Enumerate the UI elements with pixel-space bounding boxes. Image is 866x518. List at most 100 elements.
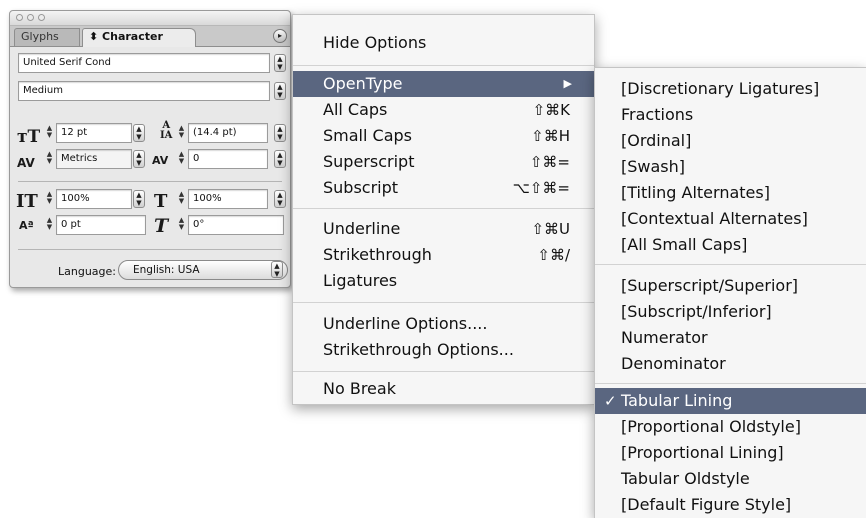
menu-item-no-break[interactable]: No Break <box>293 376 594 402</box>
font-size-input[interactable]: 12 pt <box>56 123 132 143</box>
vertical-scale-stepper[interactable]: ▲ ▼ <box>44 191 55 207</box>
submenu-item-label: [Ordinal] <box>621 131 692 150</box>
menu-item-label: Small Caps <box>323 126 412 145</box>
submenu-item-titling-alternates[interactable]: [Titling Alternates] <box>595 180 866 206</box>
font-size-stepper[interactable]: ▲ ▼ <box>44 125 55 141</box>
menu-item-label: Superscript <box>323 152 415 171</box>
tab-glyphs[interactable]: Glyphs <box>14 28 80 46</box>
language-dropdown-arrows[interactable]: ▲ ▼ <box>271 261 283 278</box>
submenu-item-label: [Discretionary Ligatures] <box>621 79 820 98</box>
tab-character[interactable]: ⬍ Character <box>82 28 196 47</box>
submenu-arrow-icon: ▶ <box>563 77 572 90</box>
language-value: English: USA <box>133 264 200 276</box>
leading-dropdown-arrows[interactable]: ▲ ▼ <box>274 124 286 142</box>
menu-item-underline[interactable]: Underline ⇧⌘U <box>293 216 594 242</box>
submenu-item-all-small-caps[interactable]: [All Small Caps] <box>595 232 866 258</box>
panel-titlebar[interactable] <box>10 11 290 26</box>
menu-item-hide-options[interactable]: Hide Options <box>293 30 594 56</box>
horizontal-scale-input[interactable]: 100% <box>188 189 268 209</box>
menu-separator <box>293 208 594 209</box>
submenu-item-label: Tabular Lining <box>621 391 733 410</box>
kerning-dropdown-arrows[interactable]: ▲ ▼ <box>133 150 145 168</box>
menu-separator <box>595 264 866 265</box>
submenu-item-label: [Titling Alternates] <box>621 183 770 202</box>
menu-item-strikethrough-options[interactable]: Strikethrough Options... <box>293 337 594 363</box>
font-style-field[interactable]: Medium <box>18 81 270 101</box>
tracking-stepper[interactable]: ▲ ▼ <box>176 151 187 167</box>
vertical-scale-input[interactable]: 100% <box>56 189 132 209</box>
submenu-item-tabular-oldstyle[interactable]: Tabular Oldstyle <box>595 466 866 492</box>
submenu-item-label: [Superscript/Superior] <box>621 276 799 295</box>
submenu-item-subscript-inferior[interactable]: [Subscript/Inferior] <box>595 299 866 325</box>
font-size-dropdown-arrows[interactable]: ▲ ▼ <box>133 124 145 142</box>
submenu-item-label: [Default Figure Style] <box>621 495 792 514</box>
menu-item-label: No Break <box>323 379 396 398</box>
kerning-input[interactable]: Metrics <box>56 149 132 169</box>
menu-item-label: Hide Options <box>323 33 427 52</box>
minimize-window-button[interactable] <box>27 14 34 21</box>
character-panel: Glyphs ⬍ Character ▸ United Serif Cond ▲… <box>9 10 291 288</box>
submenu-item-tabular-lining[interactable]: ✓ Tabular Lining <box>595 388 866 414</box>
horizontal-scale-dropdown-arrows[interactable]: ▲ ▼ <box>274 190 286 208</box>
submenu-item-label: [All Small Caps] <box>621 235 748 254</box>
language-select[interactable]: English: USA ▲ ▼ <box>118 260 288 280</box>
panel-divider <box>18 249 282 250</box>
shortcut-label: ⇧⌘K <box>532 101 570 119</box>
submenu-item-numerator[interactable]: Numerator <box>595 325 866 351</box>
baseline-shift-input[interactable]: 0 pt <box>56 215 146 235</box>
vertical-scale-dropdown-arrows[interactable]: ▲ ▼ <box>133 190 145 208</box>
submenu-item-denominator[interactable]: Denominator <box>595 351 866 377</box>
shortcut-label: ⇧⌘/ <box>537 246 570 264</box>
menu-item-strikethrough[interactable]: Strikethrough ⇧⌘/ <box>293 242 594 268</box>
panel-divider <box>18 181 282 182</box>
menu-item-superscript[interactable]: Superscript ⇧⌘= <box>293 149 594 175</box>
submenu-item-label: [Proportional Oldstyle] <box>621 417 801 436</box>
panel-menu-button[interactable]: ▸ <box>273 29 287 43</box>
shortcut-label: ⇧⌘H <box>531 127 570 145</box>
skew-input[interactable]: 0° <box>188 215 284 235</box>
menu-item-ligatures[interactable]: Ligatures <box>293 268 594 294</box>
menu-item-small-caps[interactable]: Small Caps ⇧⌘H <box>293 123 594 149</box>
baseline-shift-stepper[interactable]: ▲ ▼ <box>44 217 55 233</box>
submenu-item-ordinal[interactable]: [Ordinal] <box>595 128 866 154</box>
submenu-item-proportional-lining[interactable]: [Proportional Lining] <box>595 440 866 466</box>
menu-item-underline-options[interactable]: Underline Options.... <box>293 311 594 337</box>
menu-item-all-caps[interactable]: All Caps ⇧⌘K <box>293 97 594 123</box>
submenu-item-contextual-alternates[interactable]: [Contextual Alternates] <box>595 206 866 232</box>
menu-item-label: Strikethrough <box>323 245 432 264</box>
submenu-item-label: [Proportional Lining] <box>621 443 784 462</box>
skew-stepper[interactable]: ▲ ▼ <box>176 217 187 233</box>
shortcut-label: ⇧⌘= <box>529 153 570 171</box>
submenu-item-discretionary-ligatures[interactable]: [Discretionary Ligatures] <box>595 76 866 102</box>
baseline-shift-icon: Aª <box>19 219 34 232</box>
menu-item-opentype[interactable]: OpenType ▶ <box>293 71 594 97</box>
kerning-stepper[interactable]: ▲ ▼ <box>44 151 55 167</box>
submenu-item-default-figure-style[interactable]: [Default Figure Style] <box>595 492 866 518</box>
tracking-icon: AV <box>152 154 169 167</box>
submenu-item-fractions[interactable]: Fractions <box>595 102 866 128</box>
menu-separator <box>293 65 594 66</box>
font-style-dropdown-arrows[interactable]: ▲ ▼ <box>274 82 286 100</box>
font-family-dropdown-arrows[interactable]: ▲ ▼ <box>274 54 286 72</box>
close-window-button[interactable] <box>16 14 23 21</box>
opentype-submenu: [Discretionary Ligatures] Fractions [Ord… <box>594 67 866 518</box>
submenu-item-superscript-superior[interactable]: [Superscript/Superior] <box>595 273 866 299</box>
font-family-field[interactable]: United Serif Cond <box>18 53 270 73</box>
submenu-item-label: [Swash] <box>621 157 686 176</box>
tracking-dropdown-arrows[interactable]: ▲ ▼ <box>274 150 286 168</box>
menu-item-subscript[interactable]: Subscript ⌥⇧⌘= <box>293 175 594 201</box>
submenu-item-swash[interactable]: [Swash] <box>595 154 866 180</box>
menu-item-label: Underline Options.... <box>323 314 488 333</box>
submenu-item-label: Tabular Oldstyle <box>621 469 750 488</box>
horizontal-scale-icon: T <box>154 191 168 212</box>
leading-icon: A IA <box>160 120 173 141</box>
zoom-window-button[interactable] <box>38 14 45 21</box>
menu-item-label: Subscript <box>323 178 399 197</box>
submenu-item-proportional-oldstyle[interactable]: [Proportional Oldstyle] <box>595 414 866 440</box>
tracking-input[interactable]: 0 <box>188 149 268 169</box>
panel-tabstrip: Glyphs ⬍ Character <box>10 26 290 47</box>
language-label: Language: <box>58 265 116 278</box>
leading-input[interactable]: (14.4 pt) <box>188 123 268 143</box>
horizontal-scale-stepper[interactable]: ▲ ▼ <box>176 191 187 207</box>
leading-stepper[interactable]: ▲ ▼ <box>176 125 187 141</box>
